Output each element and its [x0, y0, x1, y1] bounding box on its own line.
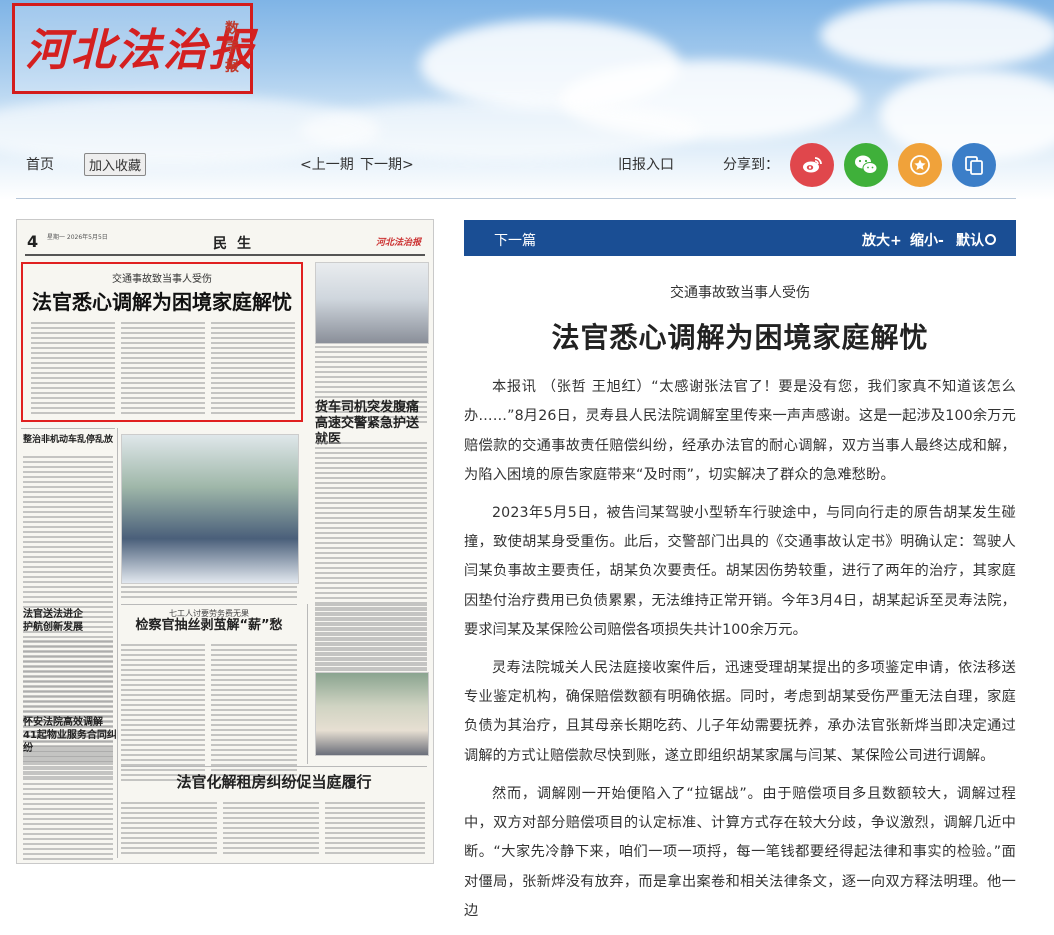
headline-truck-line1: 货车司机突发腹痛	[315, 400, 420, 415]
highlight-kicker: 交通事故致当事人受伤	[112, 274, 212, 285]
rule	[21, 428, 115, 429]
text-column	[31, 322, 115, 417]
classroom-photo[interactable]	[315, 262, 429, 344]
article-toolbar: 下一篇 放大+ 缩小- 默认	[464, 220, 1016, 256]
text-column	[211, 322, 295, 417]
headline-enterprise-line2: 护航创新发展	[23, 622, 83, 633]
article-paragraph: 本报讯 （张哲 王旭红）“太感谢张法官了！要是没有您，我们家真不知道该怎么办………	[464, 379, 1016, 483]
headline-rental: 法官化解租房纠纷促当庭履行	[176, 773, 372, 791]
rule	[121, 604, 297, 605]
highlight-title: 法官悉心调解为困境家庭解忧	[32, 290, 292, 314]
top-nav: 首页 加入收藏 <上一期 下一期> 旧报入口 分享到：	[0, 143, 1054, 188]
prev-issue-link[interactable]: <上一期	[300, 154, 354, 174]
article-paragraph: 然而，调解刚一开始便陷入了“拉锯战”。由于赔偿项目多且数额较大，调解过程中，双方…	[464, 785, 1016, 919]
share-label: 分享到：	[723, 157, 779, 173]
archive-link[interactable]: 旧报入口	[618, 154, 674, 174]
share-weibo-button[interactable]	[790, 143, 834, 187]
wechat-icon	[855, 155, 878, 174]
site-logo[interactable]: 河北法治报 数字报	[12, 3, 253, 94]
text-column	[223, 802, 319, 857]
logo-edition-label: 数字报	[225, 21, 239, 75]
next-article-link[interactable]: 下一篇	[494, 230, 536, 250]
nav-home-link[interactable]: 首页	[26, 154, 54, 174]
headline-huaian-line1: 怀安法院高效调解	[23, 717, 103, 728]
page-brand: 河北法治报	[375, 238, 421, 248]
reset-zoom-button[interactable]: 默认	[956, 230, 996, 250]
next-issue-link[interactable]: 下一期>	[360, 154, 414, 174]
article-paragraph: 2023年5月5日，被告闫某驾驶小型轿车行驶途中，与同向行走的原告胡某发生碰撞，…	[464, 504, 1016, 638]
article-body: 本报讯 （张哲 王旭红）“太感谢张法官了！要是没有您，我们家真不知道该怎么办………	[464, 373, 1016, 935]
text-column	[325, 802, 425, 857]
text-column	[121, 802, 217, 857]
school-event-photo[interactable]	[121, 434, 299, 584]
copy-link-icon	[965, 156, 983, 175]
text-column	[121, 322, 205, 417]
nav-divider	[16, 198, 1016, 199]
reset-zoom-label: 默认	[956, 233, 984, 249]
rule	[121, 766, 427, 767]
text-column	[23, 748, 113, 863]
headline-enterprise: 法官送法进企 护航创新发展	[23, 608, 117, 634]
photo-caption	[121, 586, 297, 601]
text-column	[121, 644, 205, 784]
weibo-icon	[803, 157, 822, 173]
favorite-star-icon	[910, 155, 930, 175]
headline-parking: 整治非机动车乱停乱放	[23, 435, 114, 445]
article-title: 法官悉心调解为困境家庭解忧	[551, 321, 929, 354]
share-copy-button[interactable]	[952, 143, 996, 187]
text-column	[211, 644, 297, 784]
students-photo[interactable]	[315, 672, 429, 756]
reset-dot-icon	[985, 234, 996, 245]
highlighted-article-link[interactable]: 交通事故致当事人受伤 法官悉心调解为困境家庭解忧	[21, 262, 303, 422]
page-date: 星期一 2026年5月5日	[47, 234, 108, 241]
article-kicker: 交通事故致当事人受伤	[670, 285, 810, 301]
page-section: 民生	[213, 236, 261, 252]
headline-truck: 货车司机突发腹痛 高速交警紧急护送就医	[315, 400, 431, 448]
column-rule	[117, 428, 118, 858]
article-paragraph: 灵寿法院城关人民法庭接收案件后，迅速受理胡某提出的多项鉴定申请，依法移送专业鉴定…	[464, 659, 1016, 764]
add-favorite-button[interactable]: 加入收藏	[84, 153, 147, 176]
headline-wage: 检察官抽丝剥茧解“薪”愁	[135, 618, 283, 633]
page-header: 4 星期一 2026年5月5日 民生 河北法治报	[25, 232, 425, 256]
newspaper-page-preview[interactable]: 4 星期一 2026年5月5日 民生 河北法治报 交通事故致当事人受伤 法官悉心…	[16, 219, 434, 864]
column-rule	[307, 604, 308, 764]
logo-title: 河北法治报	[25, 25, 255, 76]
headline-enterprise-line1: 法官送法进企	[23, 609, 83, 620]
zoom-in-button[interactable]: 放大+	[862, 230, 902, 250]
zoom-out-button[interactable]: 缩小-	[910, 230, 944, 250]
page-number: 4	[27, 232, 39, 251]
share-wechat-button[interactable]	[844, 143, 888, 187]
share-favorite-button[interactable]	[898, 143, 942, 187]
